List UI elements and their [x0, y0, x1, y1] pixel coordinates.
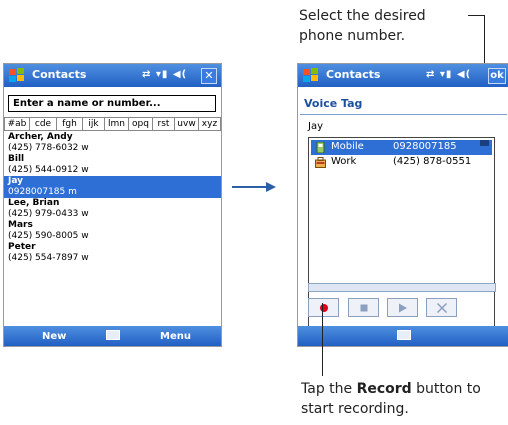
record-callout-leader [322, 303, 323, 376]
contact-detail: (425) 590-8005 w [8, 231, 89, 241]
title-bar: Contacts ⇄ ▾▮ ◀( ✕ [4, 64, 221, 87]
contact-detail: (425) 554-7897 w [8, 253, 89, 263]
app-title: Contacts [326, 68, 381, 81]
page-title: Voice Tag [304, 97, 363, 110]
select-number-callout-line2: phone number. [299, 28, 406, 44]
record-callout-suffix: button to [411, 381, 481, 397]
phone-number-item[interactable]: Work (425) 878-0551 [311, 155, 492, 170]
stop-icon [360, 304, 367, 311]
search-input[interactable]: Enter a name or number... [8, 95, 216, 112]
alpha-tab[interactable]: xyz [199, 117, 221, 131]
contact-detail: (425) 979-0433 w [8, 209, 89, 219]
alpha-tab[interactable]: opq [129, 117, 153, 131]
alpha-tab[interactable]: lmn [105, 117, 129, 131]
record-callout-prefix: Tap the [301, 381, 357, 397]
list-item[interactable]: Mars (425) 590-8005 w [4, 220, 221, 242]
alpha-tab[interactable]: uvw [175, 117, 199, 131]
list-item[interactable]: Lee, Brian (425) 979-0433 w [4, 198, 221, 220]
mobile-phone-icon [316, 142, 325, 153]
softkey-bar [298, 326, 508, 346]
contact-name: Lee, Brian [8, 198, 60, 208]
record-callout: Tap the Record button to start recording… [301, 379, 481, 419]
delete-icon [436, 302, 447, 313]
alphabet-tabs: #ab cde fgh ijk lmn opq rst uvw xyz [4, 117, 221, 131]
contact-name: Mars [8, 220, 33, 230]
alpha-tab[interactable]: #ab [4, 117, 30, 131]
delete-button[interactable] [426, 298, 457, 317]
windows-start-icon[interactable] [8, 67, 26, 84]
list-item[interactable]: Archer, Andy (425) 778-6032 w [4, 132, 221, 154]
phone-number-value: (425) 878-0551 [393, 156, 472, 167]
title-bar: Contacts ⇄ ▾▮ ◀( ok [298, 64, 508, 87]
selection-marker [480, 140, 489, 146]
stop-button[interactable] [348, 298, 379, 317]
keyboard-icon[interactable] [396, 330, 411, 340]
signal-icon[interactable]: ▾▮ [156, 69, 169, 80]
list-item[interactable]: Peter (425) 554-7897 w [4, 242, 221, 264]
contact-name: Jay [8, 176, 24, 186]
signal-icon[interactable]: ▾▮ [440, 69, 453, 80]
select-number-callout-line1: Select the desired [299, 8, 426, 24]
new-softkey[interactable]: New [42, 331, 66, 342]
contact-name: Jay [308, 121, 323, 132]
alpha-tab[interactable]: fgh [57, 117, 83, 131]
contact-detail: 0928007185 m [8, 187, 77, 197]
softkey-bar: New Menu [4, 326, 221, 346]
record-icon [319, 303, 328, 312]
status-icons: ⇄ ▾▮ ◀( [142, 69, 187, 80]
contacts-list-screen: Contacts ⇄ ▾▮ ◀( ✕ Enter a name or numbe… [3, 63, 222, 347]
keyboard-icon[interactable] [105, 330, 120, 340]
list-item-selected[interactable]: Jay 0928007185 m [4, 176, 221, 198]
phone-number-label: Mobile [331, 141, 364, 152]
connectivity-icon[interactable]: ⇄ [426, 69, 435, 80]
record-callout-bold: Record [356, 381, 412, 397]
app-title: Contacts [32, 68, 87, 81]
record-button[interactable] [308, 298, 339, 317]
contact-name: Archer, Andy [8, 132, 73, 142]
record-callout-line2: start recording. [301, 401, 409, 417]
record-callout-line1: Tap the Record button to [301, 379, 481, 399]
phone-number-item-selected[interactable]: Mobile 0928007185 [311, 140, 492, 155]
alpha-tab[interactable]: rst [153, 117, 175, 131]
list-item[interactable]: Bill (425) 544-0912 w [4, 154, 221, 176]
close-icon[interactable]: ✕ [201, 68, 217, 84]
divider [300, 114, 507, 115]
alpha-tab[interactable]: cde [30, 117, 57, 131]
work-phone-icon [315, 157, 326, 168]
play-button[interactable] [387, 298, 418, 317]
status-icons: ⇄ ▾▮ ◀( [426, 69, 471, 80]
voice-tag-screen: Contacts ⇄ ▾▮ ◀( ok Voice Tag Jay Mobile… [297, 63, 508, 347]
callout-leader-horizontal [468, 15, 485, 16]
ok-button[interactable]: ok [488, 68, 506, 84]
connectivity-icon[interactable]: ⇄ [142, 69, 151, 80]
menu-softkey[interactable]: Menu [160, 331, 191, 342]
windows-start-icon[interactable] [302, 67, 320, 84]
contact-list: Archer, Andy (425) 778-6032 w Bill (425)… [4, 132, 221, 264]
contact-name: Bill [8, 154, 25, 164]
contact-detail: (425) 778-6032 w [8, 143, 89, 153]
contact-detail: (425) 544-0912 w [8, 165, 89, 175]
alpha-tab[interactable]: ijk [83, 117, 105, 131]
phone-number-value: 0928007185 [393, 141, 457, 152]
select-number-callout: Select the desired phone number. [299, 6, 426, 46]
contact-name: Peter [8, 242, 36, 252]
recording-progress-bar [308, 283, 496, 292]
volume-icon[interactable]: ◀( [173, 69, 187, 80]
arrow-right-icon [232, 182, 276, 192]
play-icon [398, 303, 407, 312]
volume-icon[interactable]: ◀( [457, 69, 471, 80]
phone-number-label: Work [331, 156, 357, 167]
